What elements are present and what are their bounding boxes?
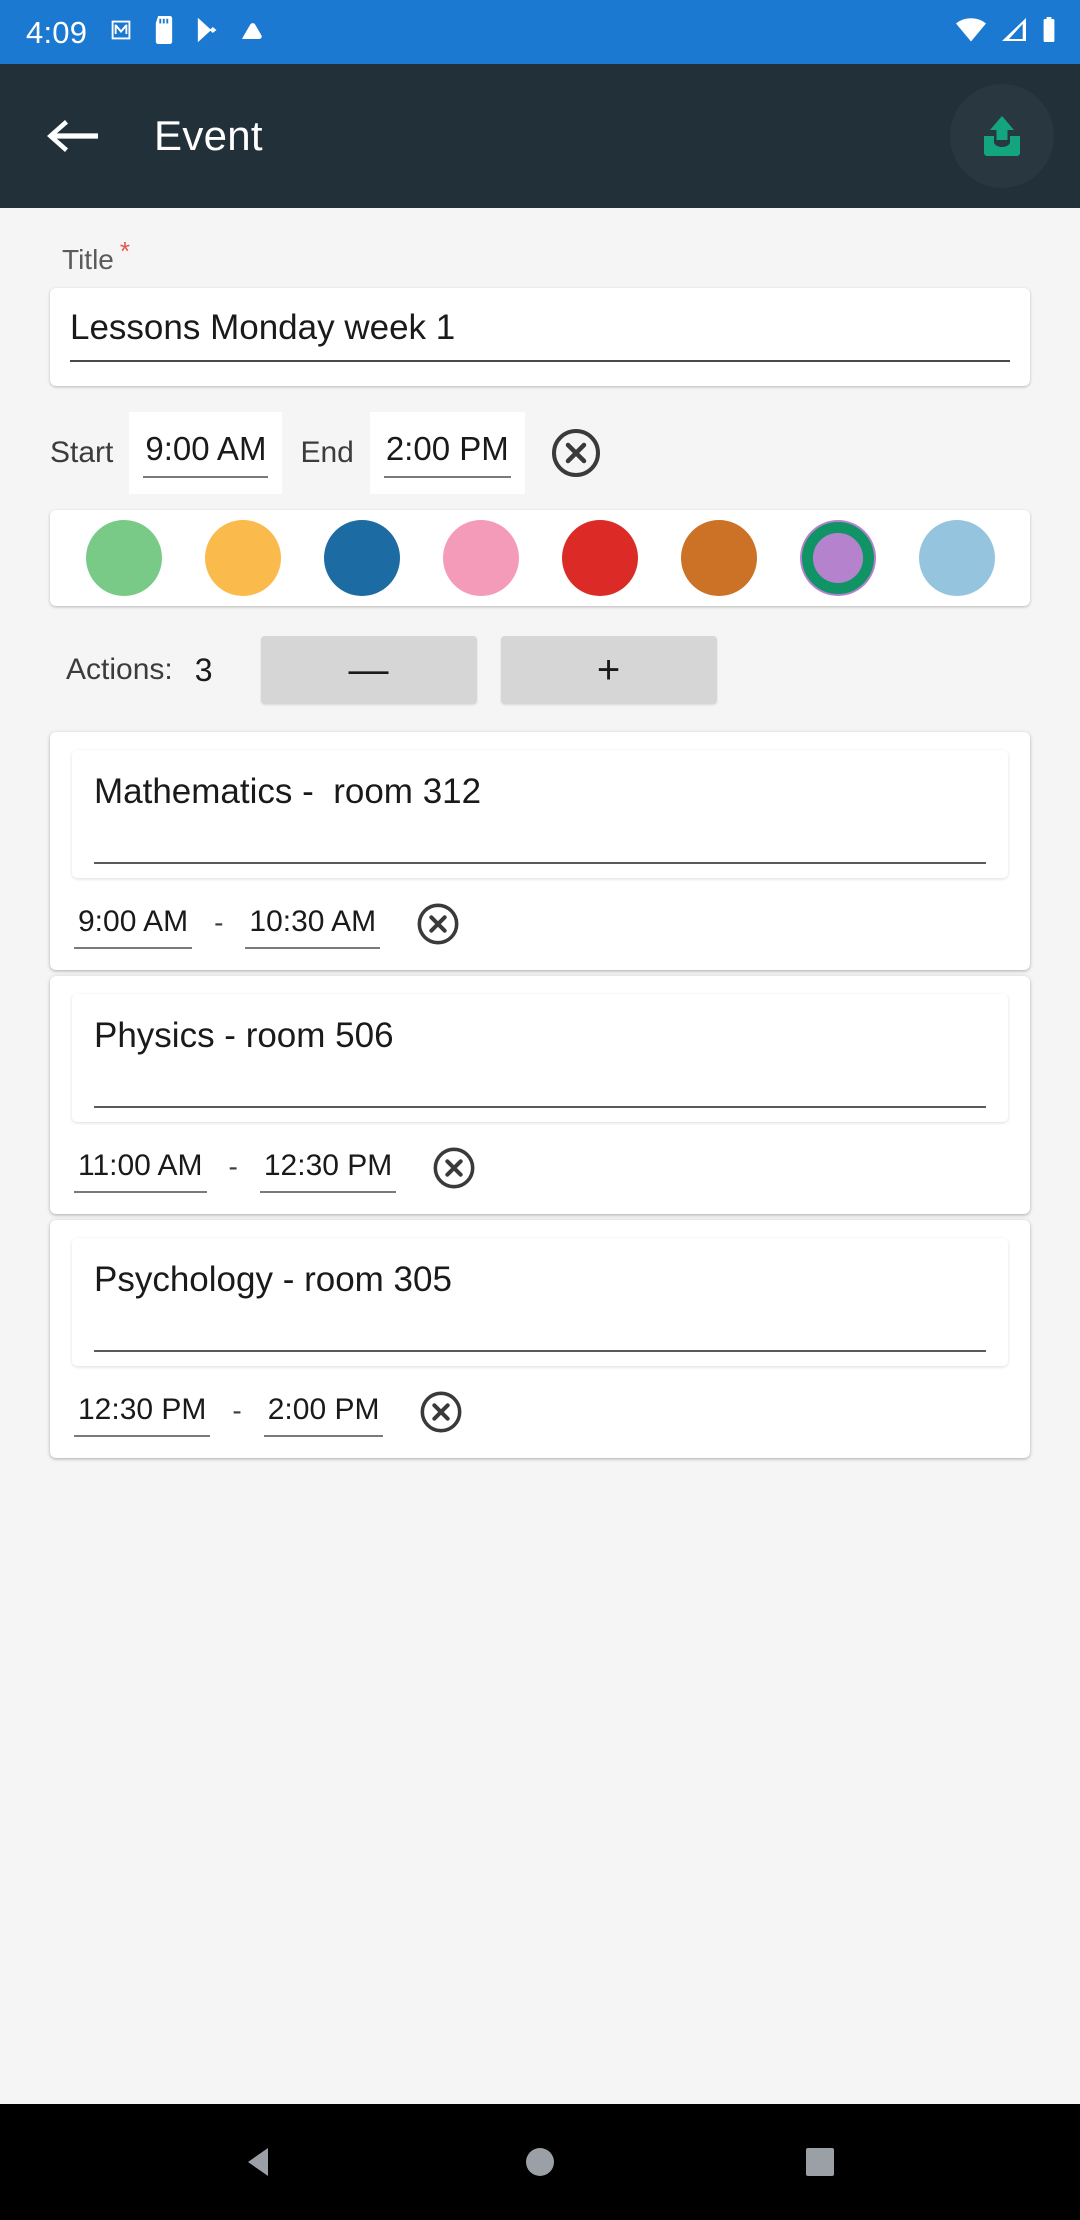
action-start-time[interactable]: 12:30 PM (74, 1393, 211, 1437)
action-time-separator: - (214, 907, 224, 938)
color-swatch-1[interactable] (85, 520, 162, 596)
decrement-actions-button[interactable]: — (260, 636, 477, 704)
upload-save-icon (984, 116, 1020, 156)
action-time-row: 9:00 AM - 10:30 AM (50, 878, 1030, 960)
action-name-wrap (72, 1238, 1008, 1366)
nav-recents-square-icon (806, 2148, 834, 2176)
nav-home-circle-icon (526, 2148, 554, 2176)
nav-back-button[interactable] (215, 2117, 305, 2207)
start-time-box[interactable]: 9:00 AM (129, 412, 283, 494)
color-swatch-3[interactable] (323, 520, 400, 596)
action-end-time[interactable]: 10:30 AM (245, 905, 381, 949)
event-time-row: Start 9:00 AM End 2:00 PM (50, 412, 1080, 494)
action-name-input[interactable] (94, 772, 986, 864)
end-label: End (300, 436, 354, 469)
action-time-separator: - (232, 1395, 242, 1426)
cloud-icon (236, 19, 266, 46)
action-card: 12:30 PM - 2:00 PM (50, 1220, 1030, 1458)
wifi-icon (954, 16, 988, 49)
back-arrow-icon (47, 120, 98, 152)
status-bar-clock: 4:09 (26, 14, 88, 50)
title-input-card (50, 288, 1030, 386)
save-button[interactable] (950, 84, 1054, 188)
nav-home-button[interactable] (495, 2117, 585, 2207)
action-time-row: 12:30 PM - 2:00 PM (50, 1366, 1030, 1448)
title-label-text: Title (62, 244, 114, 275)
gmail-icon (107, 16, 135, 49)
action-start-time[interactable]: 11:00 AM (74, 1149, 207, 1193)
action-time-separator: - (228, 1151, 238, 1182)
app-screen: 4:09 Event Title * Lessons Monday week 1… (0, 0, 1080, 2220)
android-nav-bar (0, 2104, 1080, 2220)
action-end-time[interactable]: 12:30 PM (259, 1149, 397, 1193)
end-time-value[interactable]: 2:00 PM (383, 428, 511, 478)
clear-circle-icon (551, 429, 600, 477)
start-label: Start (50, 436, 114, 469)
app-toolbar: Event (0, 64, 1080, 208)
sd-card-icon (152, 15, 176, 49)
delete-action-button[interactable] (430, 1144, 478, 1198)
color-swatch-8[interactable] (918, 520, 995, 596)
battery-icon (1040, 16, 1058, 49)
nav-back-triangle-icon (248, 2148, 268, 2176)
color-swatch-5[interactable] (561, 520, 638, 596)
start-time-value[interactable]: 9:00 AM (143, 428, 269, 478)
delete-action-button[interactable] (417, 1388, 465, 1442)
actions-label: Actions: (66, 653, 173, 686)
action-name-wrap (72, 750, 1008, 878)
plus-icon: + (596, 648, 621, 692)
end-time-box[interactable]: 2:00 PM (369, 412, 525, 494)
back-button[interactable] (36, 99, 110, 173)
cell-signal-icon (999, 16, 1029, 49)
play-store-icon (193, 16, 219, 49)
color-swatch-6[interactable] (680, 520, 757, 596)
status-bar-notification-icons (107, 15, 266, 49)
title-field-label: Title * (0, 208, 1080, 276)
action-start-time[interactable]: 9:00 AM (74, 905, 193, 949)
delete-circle-icon (433, 1147, 475, 1189)
actions-count: 3 (194, 651, 213, 688)
event-form: Title * Start 9:00 AM End 2:00 PM (0, 208, 1080, 2104)
color-swatch-2[interactable] (204, 520, 281, 596)
color-swatch-7[interactable] (799, 520, 876, 596)
clear-times-button[interactable] (549, 426, 603, 480)
delete-circle-icon (417, 903, 459, 945)
title-input[interactable] (70, 308, 1010, 362)
nav-recents-button[interactable] (775, 2117, 865, 2207)
action-name-input[interactable] (94, 1260, 986, 1352)
required-asterisk: * (119, 236, 130, 266)
minus-icon: — (348, 648, 389, 692)
action-card: 11:00 AM - 12:30 PM (50, 976, 1030, 1214)
action-end-time[interactable]: 2:00 PM (263, 1393, 384, 1437)
actions-counter-row: Actions: 3 — + (66, 636, 1080, 704)
increment-actions-button[interactable]: + (500, 636, 717, 704)
action-name-wrap (72, 994, 1008, 1122)
action-name-input[interactable] (94, 1016, 986, 1108)
color-swatch-4[interactable] (442, 520, 519, 596)
action-list: 9:00 AM - 10:30 AM 11:00 AM (50, 732, 1030, 1458)
delete-circle-icon (421, 1391, 462, 1433)
color-palette (50, 510, 1030, 606)
status-bar: 4:09 (0, 0, 1080, 64)
action-card: 9:00 AM - 10:30 AM (50, 732, 1030, 970)
status-bar-system-icons (954, 16, 1058, 49)
action-time-row: 11:00 AM - 12:30 PM (50, 1122, 1030, 1204)
page-title: Event (154, 112, 263, 159)
delete-action-button[interactable] (414, 900, 462, 954)
